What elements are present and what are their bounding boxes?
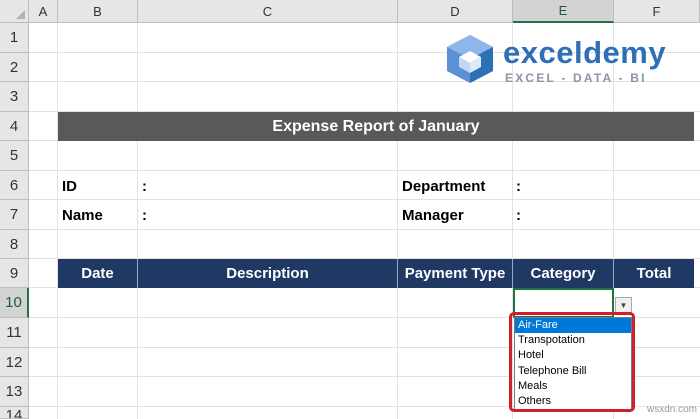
row-header-5[interactable]: 5 — [0, 141, 29, 171]
gridline — [29, 170, 700, 171]
spreadsheet: A B C D E F 1 2 3 4 5 6 7 8 9 10 11 12 1… — [0, 0, 700, 419]
row-header-4[interactable]: 4 — [0, 112, 29, 141]
watermark: wsxdn.com — [647, 404, 698, 415]
column-header-a[interactable]: A — [29, 0, 58, 23]
row-header-7[interactable]: 7 — [0, 200, 29, 230]
name-colon: : — [142, 207, 147, 224]
logo-name: exceldemy — [503, 35, 667, 70]
name-label: Name — [62, 207, 103, 224]
row-header-1[interactable]: 1 — [0, 23, 29, 53]
gridline — [397, 23, 398, 419]
report-title: Expense Report of January — [58, 112, 694, 141]
row-header-9[interactable]: 9 — [0, 259, 29, 288]
row-header-13[interactable]: 13 — [0, 377, 29, 407]
header-date[interactable]: Date — [58, 259, 138, 288]
id-label: ID — [62, 178, 77, 195]
cube-logo-icon — [447, 35, 493, 83]
chevron-down-icon: ▼ — [619, 301, 628, 310]
row-header-14[interactable]: 14 — [0, 407, 29, 419]
manager-label: Manager — [402, 207, 464, 224]
column-header-b[interactable]: B — [58, 0, 138, 23]
logo-tagline: EXCEL - DATA - BI — [505, 71, 647, 85]
column-header-f[interactable]: F — [614, 0, 700, 23]
department-colon: : — [516, 178, 521, 195]
select-all-corner[interactable] — [0, 0, 29, 23]
row-header-3[interactable]: 3 — [0, 82, 29, 112]
column-header-c[interactable]: C — [138, 0, 398, 23]
exceldemy-logo: exceldemy EXCEL - DATA - BI — [443, 33, 693, 85]
row-header-11[interactable]: 11 — [0, 318, 29, 348]
gridline — [29, 199, 700, 200]
highlight-frame — [509, 312, 635, 412]
manager-colon: : — [516, 207, 521, 224]
gridline — [137, 23, 138, 419]
header-description[interactable]: Description — [138, 259, 398, 288]
column-header-e[interactable]: E — [513, 0, 614, 23]
row-header-2[interactable]: 2 — [0, 53, 29, 82]
gridline — [29, 229, 700, 230]
column-header-d[interactable]: D — [398, 0, 513, 23]
header-category[interactable]: Category — [513, 259, 614, 288]
header-total[interactable]: Total — [614, 259, 694, 288]
gridline — [57, 23, 58, 419]
row-header-6[interactable]: 6 — [0, 171, 29, 200]
row-header-8[interactable]: 8 — [0, 230, 29, 259]
row-header-10[interactable]: 10 — [0, 288, 29, 318]
header-payment-type[interactable]: Payment Type — [398, 259, 513, 288]
row-header-12[interactable]: 12 — [0, 348, 29, 377]
id-colon: : — [142, 178, 147, 195]
department-label: Department — [402, 178, 486, 195]
